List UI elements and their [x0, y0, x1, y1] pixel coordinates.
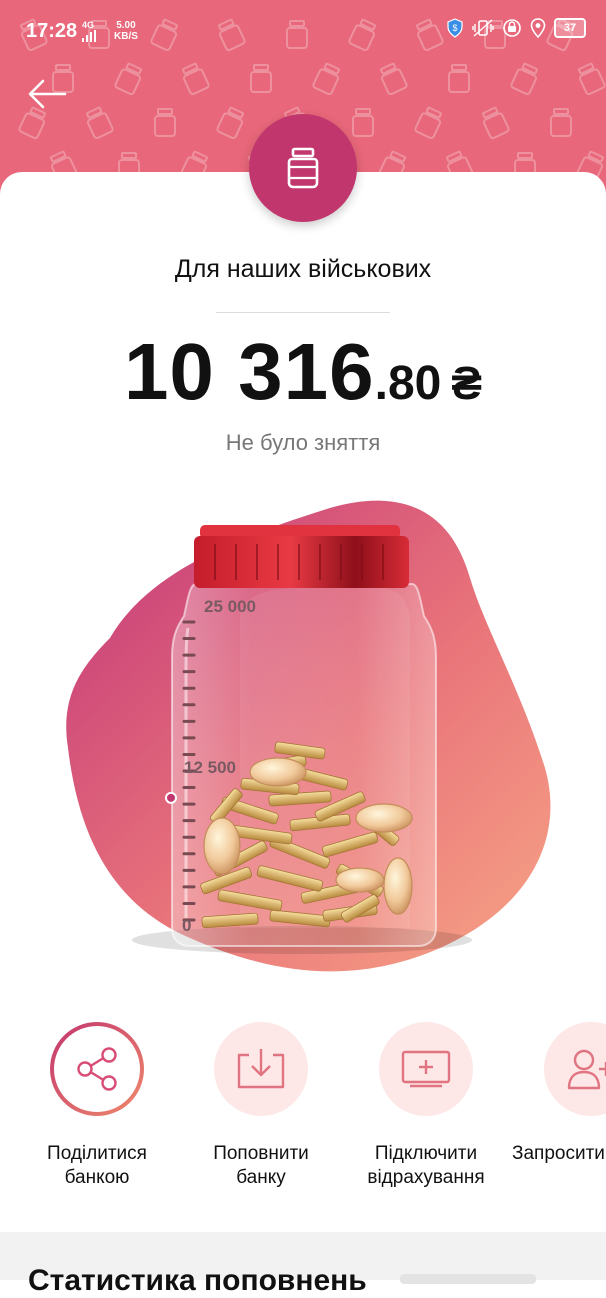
coin-face: [335, 867, 385, 893]
share-label: Поділитися банкою: [47, 1143, 147, 1188]
jar-avatar: [249, 114, 357, 222]
jar-pattern-icon: [152, 108, 178, 138]
divider: [216, 312, 390, 313]
jar-pattern-icon: [111, 60, 147, 98]
speed-unit: KB/S: [114, 31, 138, 42]
network-speed: 5.00 KB/S: [114, 20, 138, 42]
speed-value: 5.00: [116, 20, 136, 31]
jar-pattern-icon: [248, 64, 274, 94]
location-icon: [530, 18, 546, 38]
shield-dollar-icon: $: [447, 18, 463, 38]
invite-button[interactable]: Запросити: [506, 1022, 606, 1166]
dnd-icon: [503, 19, 521, 37]
deduction-button-circle[interactable]: [379, 1022, 473, 1116]
signal-icon: [82, 30, 96, 42]
arrow-left-icon: [28, 79, 67, 109]
deduction-label: Підключити відрахування: [367, 1143, 485, 1188]
jar-pattern-icon: [350, 108, 376, 138]
coin-face: [383, 857, 413, 915]
action-row: Поділитися банкою Поповнити банку Підклю…: [0, 1022, 606, 1192]
scale-label-mid: 12 500: [184, 758, 236, 777]
status-bar: 17:28 4G 5.00 KB/S $ 37: [0, 0, 606, 62]
coin-face: [249, 757, 307, 787]
deduction-icon: [401, 1050, 451, 1088]
battery-indicator: 37: [554, 18, 586, 38]
share-button-circle[interactable]: [50, 1022, 144, 1116]
vibrate-icon: [472, 19, 494, 37]
stats-title: Статистика поповнень: [28, 1264, 367, 1297]
jar-pattern-icon: [446, 64, 472, 94]
coin-face: [355, 803, 413, 833]
scale-label-zero: 0: [182, 916, 191, 935]
jar-pattern-icon: [507, 60, 543, 98]
scale-label-goal: 25 000: [204, 597, 256, 616]
jar-pattern-icon: [213, 104, 249, 142]
jar-pattern-icon: [573, 60, 606, 98]
jar-pattern-icon: [548, 108, 574, 138]
connect-deduction-button[interactable]: Підключити відрахування: [341, 1022, 511, 1190]
coin-face: [203, 817, 241, 875]
withdrawal-status: Не було зняття: [225, 430, 381, 455]
top-up-icon: [237, 1049, 285, 1089]
jar-illustration: 25 000 12 500 0: [66, 500, 551, 972]
fill-level-marker: [165, 791, 177, 804]
back-button[interactable]: [24, 74, 70, 114]
jar-pattern-icon: [177, 60, 213, 98]
invite-button-circle[interactable]: [544, 1022, 606, 1116]
balance-decimal: .80: [374, 357, 442, 410]
top-up-label: Поповнити банку: [213, 1143, 309, 1188]
jar-icon: [287, 147, 319, 189]
balance-integer: 10 316: [123, 327, 375, 416]
jar-balance: 10 316.80 ₴: [0, 326, 606, 418]
jar-pattern-icon: [81, 104, 117, 142]
currency-symbol: ₴: [451, 357, 483, 409]
invite-label: Запросити: [512, 1143, 605, 1164]
jar-pattern-icon: [375, 60, 411, 98]
jar-pattern-icon: [309, 60, 345, 98]
invite-user-icon: [567, 1049, 606, 1090]
top-up-button-circle[interactable]: [214, 1022, 308, 1116]
jar-title: Для наших військових: [174, 255, 432, 283]
share-jar-button[interactable]: Поділитися банкою: [12, 1022, 182, 1190]
share-icon: [77, 1047, 117, 1091]
network-indicator: 4G: [82, 20, 96, 42]
stats-toggle[interactable]: [400, 1274, 536, 1284]
top-up-jar-button[interactable]: Поповнити банку: [176, 1022, 346, 1190]
status-icons: $ 37: [446, 18, 586, 38]
network-type: 4G: [82, 20, 95, 30]
svg-text:$: $: [452, 23, 457, 33]
jar-pattern-icon: [477, 104, 513, 142]
status-time: 17:28: [26, 20, 78, 42]
jar-pattern-icon: [411, 104, 447, 142]
